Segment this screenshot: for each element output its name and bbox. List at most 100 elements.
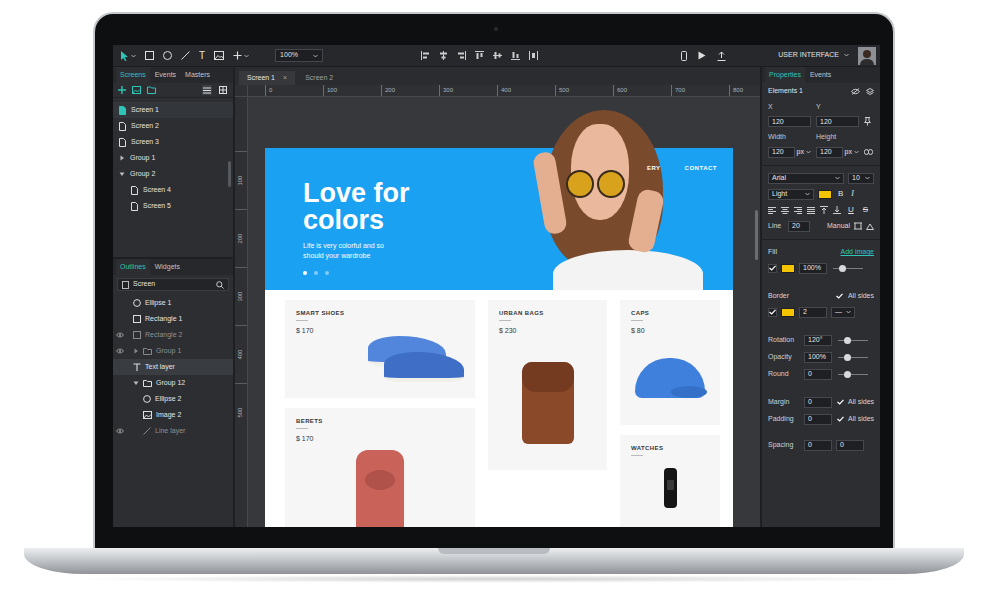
fill-opacity-field[interactable]: 100% [799,263,827,274]
box-spacing-field[interactable]: 0 [804,397,832,408]
screen-item[interactable]: Screen 5 [113,198,233,214]
slider-value-field[interactable]: 100% [804,352,832,363]
outline-item[interactable]: Ellipse 2 [113,391,233,407]
caret-right-icon[interactable] [133,348,139,354]
nav-link[interactable]: ERY [647,165,661,172]
layers-icon[interactable] [866,88,874,96]
text-decoration-button[interactable]: S [861,205,870,215]
hero-title[interactable]: Love for colors [303,180,443,234]
outline-item[interactable]: Group 12 [113,375,233,391]
rectangle-tool[interactable] [145,51,154,61]
caret-right-icon[interactable] [119,155,125,161]
box-spacing-field[interactable]: 0 [804,414,832,425]
screen-tab[interactable]: Screen 2 [297,71,341,85]
border-width-field[interactable]: 2 [799,307,827,318]
close-tab-button[interactable]: × [283,74,287,82]
add-image-screen-button[interactable] [132,85,141,95]
font-color-swatch[interactable] [818,190,832,199]
border-color-swatch[interactable] [781,308,795,317]
unit-dropdown[interactable]: px [797,147,811,158]
align-left-button[interactable] [421,51,430,61]
text-tool[interactable]: T [199,51,205,61]
outline-item[interactable]: Text layer [113,359,233,375]
fill-opacity-slider[interactable] [833,265,863,272]
outline-item[interactable]: Rectangle 1 [113,311,233,327]
text-decoration-button[interactable]: U [846,205,856,215]
align-right-button[interactable] [794,205,802,215]
align-center-button[interactable] [781,205,789,215]
outline-item[interactable]: Ellipse 1 [113,295,233,311]
zoom-dropdown[interactable]: 100% [275,49,323,62]
add-screen-button[interactable] [118,85,126,95]
product-card[interactable]: BERETS $ 170 [285,408,475,527]
size-field[interactable]: 120 [816,147,843,158]
fill-color-swatch[interactable] [781,264,795,273]
list-view-button[interactable] [202,85,212,95]
distribute-button[interactable] [529,51,538,61]
line-mode[interactable]: Manual [827,222,850,230]
product-card[interactable]: SMART SHOES $ 170 [285,300,475,398]
all-sides-checkbox[interactable] [836,398,844,406]
screen-tab[interactable]: Screen 1 × [239,71,295,85]
font-weight-dropdown[interactable]: Light [768,189,814,200]
spacing-field[interactable]: 0 [836,440,864,451]
align-top-button[interactable] [475,51,484,61]
spacing-field[interactable]: 0 [804,440,832,451]
scroll-thumb[interactable] [755,210,758,260]
frame-icon[interactable] [854,222,862,230]
visibility-toggle[interactable] [116,332,125,338]
panel-tab[interactable]: Events [806,67,835,83]
pin-icon[interactable] [864,117,871,126]
font-size-dropdown[interactable]: 10 [848,173,874,184]
fill-checkbox[interactable] [768,264,777,273]
unit-dropdown[interactable]: px [845,147,859,158]
screen-item[interactable]: Screen 1 [113,102,233,118]
screen-item[interactable]: Screen 4 [113,182,233,198]
text-style-button[interactable]: I [849,189,856,199]
slider-thumb[interactable] [844,337,851,344]
slider-value-field[interactable]: 0 [804,369,832,380]
hero-subtitle[interactable]: Life is very colorful and so should your… [303,241,399,261]
align-right-button[interactable] [457,51,466,61]
outline-search[interactable]: Screen [117,278,229,291]
border-style-dropdown[interactable]: — [831,307,855,318]
text-style-button[interactable]: B [836,189,845,199]
visibility-toggle[interactable] [116,348,125,354]
add-folder-button[interactable] [147,85,156,95]
outline-item[interactable]: Image 2 [113,407,233,423]
align-middle-button[interactable] [493,51,502,61]
hero-photo[interactable] [533,110,713,290]
select-tool[interactable] [120,51,136,61]
carousel-dot[interactable] [314,271,318,275]
align-left-button[interactable] [768,205,776,215]
position-field[interactable]: 120 [816,116,859,127]
slider-thumb[interactable] [844,354,851,361]
panel-tab[interactable]: Screens [116,67,150,83]
image-tool[interactable] [214,51,224,61]
slider-thumb[interactable] [839,265,846,272]
screen-item[interactable]: Group 1 [113,150,233,166]
valign-top-button[interactable] [820,205,828,215]
all-sides-checkbox[interactable] [836,292,844,300]
outline-item[interactable]: Group 1 [113,343,233,359]
export-button[interactable] [717,51,726,61]
panel-tab[interactable]: Events [151,67,180,83]
visibility-toggle[interactable] [116,428,125,434]
caret-down-icon[interactable] [119,171,125,177]
panel-tab[interactable]: Masters [181,67,214,83]
ellipse-tool[interactable] [163,51,172,61]
user-avatar[interactable] [858,47,876,65]
eye-off-icon[interactable] [851,88,860,95]
link-icon[interactable] [864,149,873,155]
panel-tab[interactable]: Widgets [151,259,184,275]
add-tool[interactable] [233,51,249,61]
add-image-link[interactable]: Add image [841,248,874,256]
valign-bottom-button[interactable] [833,205,841,215]
play-button[interactable] [698,51,706,61]
panel-tab[interactable]: Outlines [116,259,150,275]
line-height-field[interactable]: 20 [788,221,810,232]
line-tool[interactable] [181,51,190,61]
font-family-dropdown[interactable]: Arial [768,173,844,184]
slider[interactable] [838,337,868,344]
caret-down-icon[interactable] [133,380,139,386]
